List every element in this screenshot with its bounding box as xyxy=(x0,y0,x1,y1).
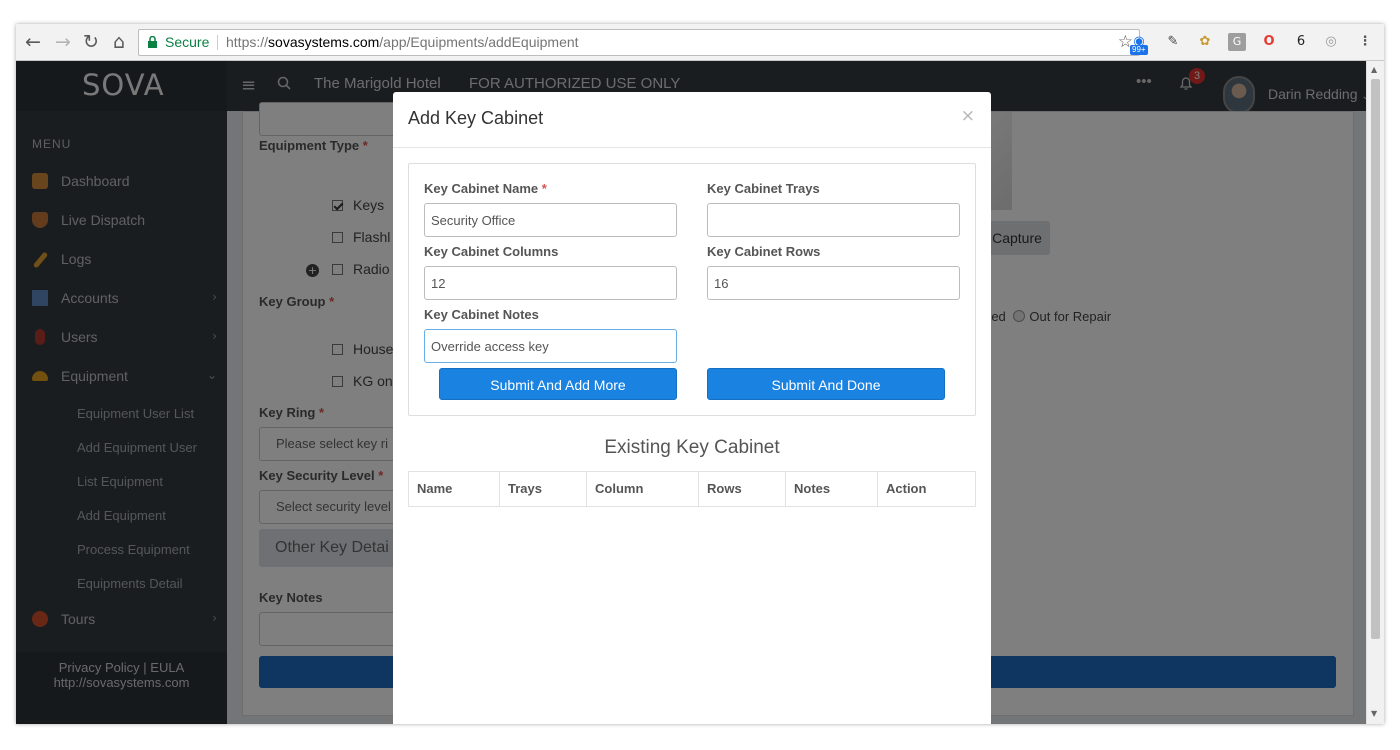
lock-icon xyxy=(148,36,157,48)
cabinet-trays-label: Key Cabinet Trays xyxy=(707,181,820,196)
column-header-action[interactable]: Action xyxy=(878,472,975,506)
url-text: https://sovasystems.com/app/Equipments/a… xyxy=(226,30,579,55)
address-separator xyxy=(217,35,218,50)
forward-arrow-icon[interactable]: → xyxy=(52,31,74,53)
modal-header: Add Key Cabinet × xyxy=(393,92,991,148)
cabinet-name-label: Key Cabinet Name * xyxy=(424,181,547,196)
cabinet-notes-label: Key Cabinet Notes xyxy=(424,307,539,322)
url-host: sovasystems.com xyxy=(268,34,380,50)
flame-icon[interactable]: 6 xyxy=(1292,33,1310,51)
browser-menu-icon[interactable]: ⋮ xyxy=(1356,33,1374,51)
cabinet-columns-label: Key Cabinet Columns xyxy=(424,244,559,259)
cabinet-name-input[interactable] xyxy=(424,203,677,237)
app-viewport: SOVA ≡ The Marigold Hotel FOR AUTHORIZED… xyxy=(16,61,1366,724)
column-header-notes[interactable]: Notes xyxy=(786,472,878,506)
cabinet-columns-input[interactable] xyxy=(424,266,677,300)
browser-toolbar: ← → ↻ ⌂ Secure https://sovasystems.com/a… xyxy=(16,24,1384,61)
url-path: /app/Equipments/addEquipment xyxy=(379,34,579,50)
url-scheme: https:// xyxy=(226,34,269,50)
column-header-column[interactable]: Column xyxy=(587,472,699,506)
browser-window: ← → ↻ ⌂ Secure https://sovasystems.com/a… xyxy=(16,24,1384,724)
extension-badge: 99+ xyxy=(1130,45,1148,55)
page-scrollbar[interactable]: ▲ ▼ xyxy=(1366,61,1384,724)
g-extension-icon[interactable]: G xyxy=(1228,33,1246,51)
cabinet-trays-input[interactable] xyxy=(707,203,960,237)
scroll-down-arrow-icon[interactable]: ▼ xyxy=(1371,709,1377,718)
column-header-name[interactable]: Name xyxy=(409,472,500,506)
address-bar[interactable]: Secure https://sovasystems.com/app/Equip… xyxy=(138,29,1140,56)
key-cabinet-form: Key Cabinet Name * Key Cabinet Trays Key… xyxy=(408,163,976,416)
eyedropper-icon[interactable]: ✎ xyxy=(1164,33,1182,51)
opera-icon[interactable]: O xyxy=(1260,33,1278,51)
fingerprint-icon[interactable]: ◎ xyxy=(1322,33,1340,51)
reload-icon[interactable]: ↻ xyxy=(80,31,102,53)
modal-title: Add Key Cabinet xyxy=(408,108,544,128)
cabinet-rows-input[interactable] xyxy=(707,266,960,300)
secure-label: Secure xyxy=(165,34,210,50)
cabinet-notes-input[interactable] xyxy=(424,329,677,363)
label-text: Key Cabinet Name xyxy=(424,181,539,196)
home-icon[interactable]: ⌂ xyxy=(108,31,130,53)
existing-cabinets-title: Existing Key Cabinet xyxy=(604,437,780,458)
existing-cabinets-table: Name Trays Column Rows Notes Action xyxy=(408,471,976,507)
cookie-icon[interactable]: ✿ xyxy=(1196,33,1214,51)
column-header-trays[interactable]: Trays xyxy=(500,472,587,506)
required-marker: * xyxy=(541,181,547,196)
submit-and-add-more-button[interactable]: Submit And Add More xyxy=(439,368,677,400)
scroll-up-arrow-icon[interactable]: ▲ xyxy=(1371,65,1377,74)
cabinet-rows-label: Key Cabinet Rows xyxy=(707,244,821,259)
close-icon[interactable]: × xyxy=(961,106,975,126)
scrollbar-thumb[interactable] xyxy=(1371,79,1380,639)
column-header-rows[interactable]: Rows xyxy=(699,472,786,506)
submit-and-done-button[interactable]: Submit And Done xyxy=(707,368,945,400)
add-key-cabinet-modal: Add Key Cabinet × Key Cabinet Name * Key… xyxy=(393,92,991,724)
back-arrow-icon[interactable]: ← xyxy=(22,31,44,53)
